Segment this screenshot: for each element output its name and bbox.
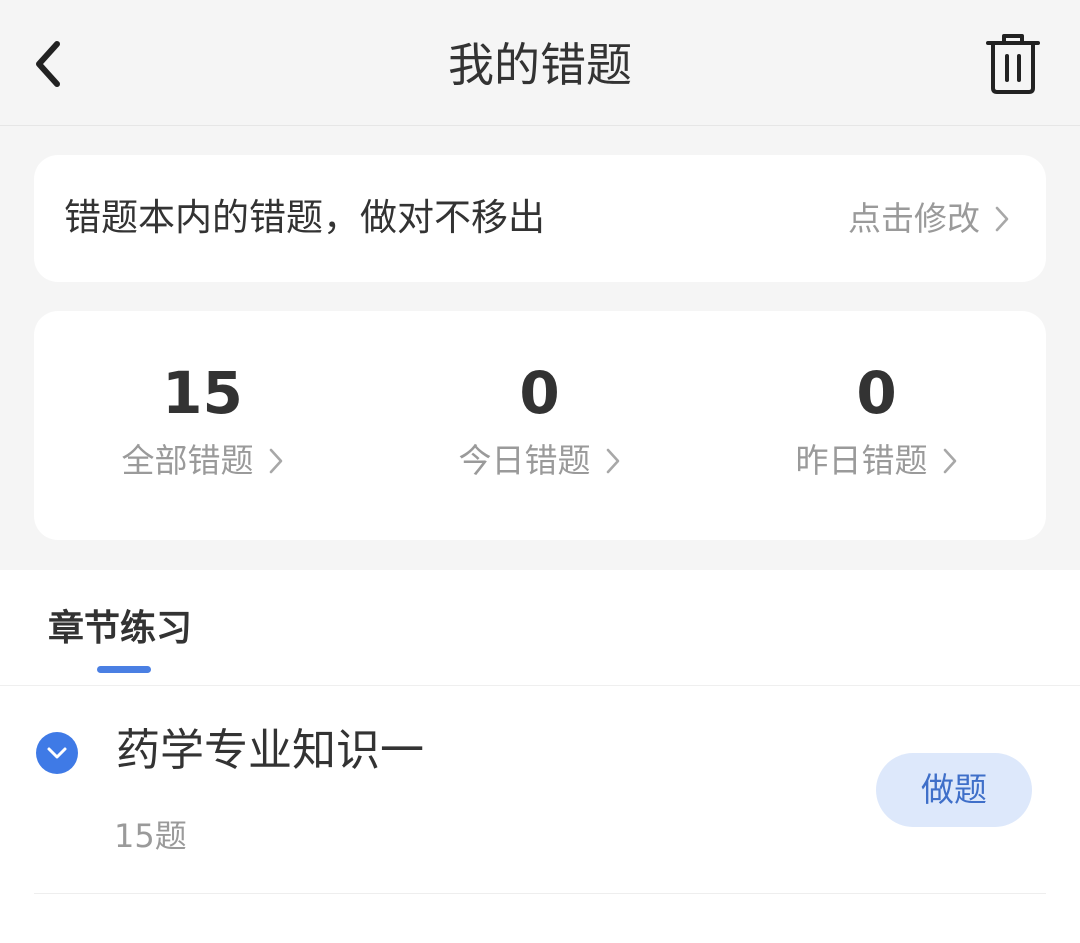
tab-chapter-practice[interactable]: 章节练习 bbox=[48, 604, 192, 654]
stat-all-wrong[interactable]: 15 全部错题 bbox=[34, 361, 371, 489]
stat-label: 全部错题 bbox=[121, 441, 254, 480]
wrong-questions-list-section: 章节练习 药学专业知识一 15题 做题 bbox=[0, 570, 1080, 943]
top-navigation-bar: 我的错题 bbox=[0, 0, 1080, 126]
stat-label: 今日错题 bbox=[458, 441, 591, 480]
do-questions-button[interactable]: 做题 bbox=[876, 753, 1032, 827]
chevron-down-icon[interactable] bbox=[36, 732, 78, 774]
page-title: 我的错题 bbox=[448, 38, 632, 92]
stat-count: 0 bbox=[519, 359, 560, 427]
trash-icon bbox=[985, 33, 1041, 99]
active-tab-indicator bbox=[97, 666, 151, 673]
modify-setting-link[interactable]: 点击修改 bbox=[848, 195, 1010, 243]
tab-bar: 章节练习 bbox=[0, 570, 1080, 686]
chapter-title[interactable]: 药学专业知识一 bbox=[116, 720, 424, 782]
chevron-right-icon bbox=[994, 205, 1010, 233]
stats-card: 15 全部错题 0 今日错题 0 昨日错题 bbox=[34, 311, 1046, 540]
chevron-right-icon bbox=[268, 447, 284, 475]
setting-tip-card: 错题本内的错题，做对不移出 点击修改 bbox=[34, 155, 1046, 282]
stat-label: 昨日错题 bbox=[795, 441, 928, 480]
stat-count: 15 bbox=[162, 359, 243, 427]
chapter-item: 药学专业知识一 15题 做题 bbox=[34, 718, 1046, 894]
chapter-question-count: 15题 bbox=[114, 817, 187, 855]
chevron-right-icon bbox=[605, 447, 621, 475]
stat-yesterday-wrong[interactable]: 0 昨日错题 bbox=[708, 361, 1045, 489]
stat-count: 0 bbox=[856, 359, 897, 427]
modify-link-label: 点击修改 bbox=[848, 199, 980, 238]
clear-button[interactable] bbox=[978, 30, 1048, 102]
stat-today-wrong[interactable]: 0 今日错题 bbox=[371, 361, 708, 489]
tip-text: 错题本内的错题，做对不移出 bbox=[64, 196, 545, 239]
chevron-right-icon bbox=[942, 447, 958, 475]
